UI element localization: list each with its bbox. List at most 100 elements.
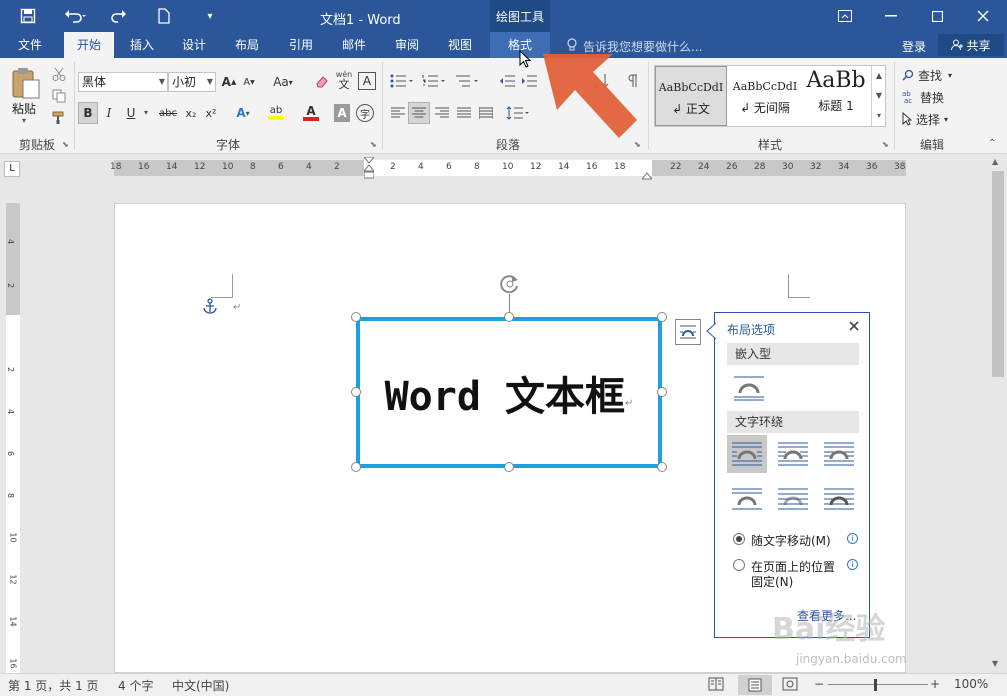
rotate-handle-icon[interactable] [498, 272, 522, 296]
clipboard-launcher-icon[interactable]: ⬊ [62, 140, 69, 149]
paste-button[interactable]: 粘贴 [12, 100, 36, 117]
read-mode-icon[interactable] [708, 677, 726, 693]
align-right-icon[interactable] [432, 102, 452, 124]
zoom-level[interactable]: 100% [954, 677, 988, 691]
scroll-thumb[interactable] [992, 171, 1004, 377]
numbering-icon[interactable] [420, 70, 450, 92]
scroll-down-icon[interactable]: ▼ [992, 659, 998, 668]
tab-insert[interactable]: 插入 [118, 32, 166, 58]
resize-handle-left[interactable] [351, 387, 361, 397]
tab-design[interactable]: 设计 [170, 32, 218, 58]
move-with-text-label[interactable]: 随文字移动(M) [751, 532, 831, 549]
tab-home[interactable]: 开始 [64, 32, 114, 58]
print-layout-icon[interactable] [738, 675, 772, 695]
chevron-down-icon[interactable]: ▼ [207, 73, 213, 91]
login-link[interactable]: 登录 [902, 38, 926, 55]
move-with-text-radio[interactable] [733, 533, 745, 545]
zoom-out-icon[interactable]: − [814, 677, 824, 691]
font-name-combo[interactable]: 黑体 ▼ [78, 72, 168, 92]
wrap-square-icon[interactable] [727, 435, 767, 473]
resize-handle-bottom-left[interactable] [351, 462, 361, 472]
clear-formatting-icon[interactable] [312, 72, 332, 92]
wrap-behind-text-icon[interactable] [773, 481, 813, 519]
resize-handle-top-left[interactable] [351, 312, 361, 322]
replace-button[interactable]: ab ac 替换 [902, 88, 944, 106]
indent-marker[interactable] [362, 156, 376, 179]
bold-button[interactable]: B [78, 102, 98, 124]
style-no-spacing[interactable]: AaBbCcDdI ↲ 无间隔 [729, 66, 801, 126]
zoom-in-icon[interactable]: + [930, 677, 940, 691]
resize-handle-top[interactable] [504, 312, 514, 322]
select-button[interactable]: 选择 ▾ [902, 110, 948, 128]
strikethrough-button[interactable]: abc [156, 102, 180, 124]
wrap-top-bottom-icon[interactable] [727, 481, 767, 519]
scroll-up-icon[interactable]: ▲ [992, 157, 998, 166]
resize-handle-top-right[interactable] [657, 312, 667, 322]
word-count[interactable]: 4 个字 [118, 677, 153, 694]
justify-icon[interactable] [454, 102, 474, 124]
multilevel-list-icon[interactable] [452, 70, 484, 92]
italic-button[interactable]: I [100, 102, 118, 124]
minimize-button[interactable] [868, 0, 914, 32]
text-box-content[interactable]: Word 文本框 [385, 364, 625, 422]
wrap-tight-icon[interactable] [773, 435, 813, 473]
tab-layout[interactable]: 布局 [222, 32, 272, 58]
grow-font-button[interactable]: A ▲ [220, 72, 238, 92]
tab-file[interactable]: 文件 [6, 32, 54, 58]
wrap-inline-icon[interactable] [729, 369, 769, 407]
language-indicator[interactable]: 中文(中国) [172, 677, 229, 694]
vertical-scrollbar[interactable]: ▲ ▼ [989, 155, 1007, 673]
style-heading-1[interactable]: AaBb 标题 1 [803, 66, 869, 126]
font-color-button[interactable]: A [298, 102, 324, 124]
zoom-slider-track[interactable] [828, 684, 928, 685]
zoom-slider-thumb[interactable] [874, 679, 877, 691]
font-launcher-icon[interactable]: ⬊ [370, 140, 377, 149]
bullets-icon[interactable] [388, 70, 418, 92]
text-box[interactable]: Word 文本框 ↵ [356, 317, 662, 468]
close-icon[interactable] [847, 319, 861, 333]
customize-quick-access-icon[interactable]: ▾ [196, 0, 224, 32]
tab-review[interactable]: 审阅 [382, 32, 432, 58]
styles-gallery-scroll[interactable]: ▲ ▼ ▾ [871, 66, 886, 126]
format-painter-icon[interactable] [48, 108, 70, 128]
chevron-down-icon[interactable]: ▼ [159, 73, 165, 91]
resize-handle-bottom-right[interactable] [657, 462, 667, 472]
enclose-characters-button[interactable]: 字 [356, 104, 374, 122]
phonetic-guide-button[interactable]: wén 文 [334, 68, 354, 92]
change-case-button[interactable]: Aa ▾ [268, 72, 298, 92]
underline-button[interactable]: U [120, 102, 142, 124]
paste-icon[interactable] [10, 66, 44, 100]
tab-references[interactable]: 引用 [276, 32, 326, 58]
tab-view[interactable]: 视图 [436, 32, 484, 58]
highlight-button[interactable]: ab [262, 102, 290, 124]
maximize-button[interactable] [914, 0, 960, 32]
right-indent-marker[interactable] [640, 169, 654, 180]
styles-launcher-icon[interactable]: ⬊ [882, 140, 889, 149]
character-shading-button[interactable]: A [334, 104, 350, 122]
web-layout-icon[interactable] [782, 677, 800, 693]
copy-icon[interactable] [48, 86, 70, 106]
collapse-ribbon-icon[interactable]: ⌃ [988, 138, 996, 149]
underline-dropdown-icon[interactable]: ▾ [144, 108, 148, 117]
info-icon[interactable]: i [847, 533, 858, 544]
save-icon[interactable] [14, 0, 42, 32]
resize-handle-bottom[interactable] [504, 462, 514, 472]
info-icon[interactable]: i [847, 559, 858, 570]
fix-position-radio[interactable] [733, 559, 745, 571]
subscript-button[interactable]: x₂ [182, 102, 200, 124]
font-size-combo[interactable]: 小初 ▼ [168, 72, 216, 92]
new-document-icon[interactable] [150, 0, 178, 32]
style-normal[interactable]: AaBbCcDdI ↲ 正文 [655, 66, 727, 126]
wrap-in-front-icon[interactable] [819, 481, 859, 519]
tab-mailings[interactable]: 邮件 [330, 32, 378, 58]
cut-icon[interactable] [48, 64, 70, 84]
wrap-through-icon[interactable] [819, 435, 859, 473]
superscript-button[interactable]: x² [202, 102, 220, 124]
share-button[interactable]: 共享 [938, 34, 1004, 56]
shrink-font-button[interactable]: A ▼ [240, 72, 258, 92]
redo-icon[interactable] [104, 0, 132, 32]
page-count[interactable]: 第 1 页，共 1 页 [8, 677, 99, 694]
fix-position-label-line2[interactable]: 固定(N) [751, 573, 793, 590]
resize-handle-right[interactable] [657, 387, 667, 397]
undo-icon[interactable] [58, 0, 94, 32]
